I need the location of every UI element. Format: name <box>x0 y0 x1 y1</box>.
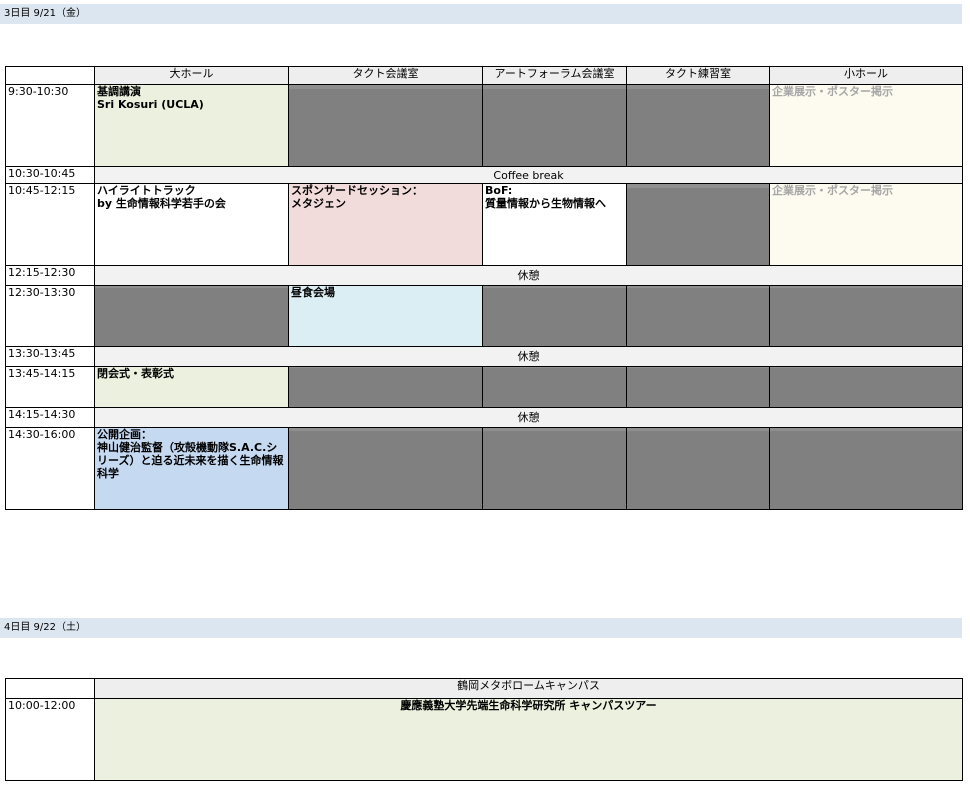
unused-slot <box>769 427 963 510</box>
time-cell: 13:45-14:15 <box>5 366 95 408</box>
day4-schedule-table: 鶴岡メタボロームキャンパス 10:00-12:00 慶應義塾大学先端生命科学研究… <box>5 678 963 781</box>
room-header-small-hall: 小ホール <box>769 66 963 85</box>
session-public-event: 公開企画： 神山健治監督（攻殻機動隊S.A.C.シリーズ）と迫る近未来を描く生命… <box>94 427 289 510</box>
break-row: 休憩 <box>94 407 963 428</box>
time-cell: 10:30-10:45 <box>5 166 95 184</box>
unused-slot <box>482 285 627 347</box>
time-cell: 9:30-10:30 <box>5 84 95 167</box>
time-cell: 14:15-14:30 <box>5 407 95 428</box>
break-row: 休憩 <box>94 346 963 367</box>
day3-header: 3日目 9/21（金） <box>0 4 962 24</box>
session-exhibition: 企業展示・ポスター掲示 <box>769 183 963 266</box>
session-lunch: 昼食会場 <box>288 285 483 347</box>
unused-slot <box>626 285 770 347</box>
unused-slot <box>482 427 627 510</box>
unused-slot <box>288 366 483 408</box>
unused-slot <box>288 427 483 510</box>
unused-slot <box>769 285 963 347</box>
time-cell: 13:30-13:45 <box>5 346 95 367</box>
unused-slot <box>769 366 963 408</box>
session-sponsored: スポンサードセッション： メタジェン <box>288 183 483 266</box>
corner-cell <box>5 678 95 699</box>
time-cell: 14:30-16:00 <box>5 427 95 510</box>
unused-slot <box>482 366 627 408</box>
unused-slot <box>94 285 289 347</box>
venue-header: 鶴岡メタボロームキャンパス <box>94 678 963 699</box>
unused-slot <box>626 427 770 510</box>
unused-slot <box>288 84 483 167</box>
day3-schedule-table: 大ホール タクト会議室 アートフォーラム会議室 タクト練習室 小ホール 9:30… <box>5 66 963 510</box>
break-row: 休憩 <box>94 265 963 286</box>
time-cell: 12:15-12:30 <box>5 265 95 286</box>
room-header-takt-conference: タクト会議室 <box>288 66 483 85</box>
session-keynote: 基調講演 Sri Kosuri (UCLA) <box>94 84 289 167</box>
room-header-art-forum: アートフォーラム会議室 <box>482 66 627 85</box>
room-header-takt-practice: タクト練習室 <box>626 66 770 85</box>
time-cell: 10:45-12:15 <box>5 183 95 266</box>
day4-header: 4日目 9/22（土） <box>0 618 962 638</box>
unused-slot <box>482 84 627 167</box>
break-row: Coffee break <box>94 166 963 184</box>
corner-cell <box>5 66 95 85</box>
time-cell: 12:30-13:30 <box>5 285 95 347</box>
session-closing-ceremony: 閉会式・表彰式 <box>94 366 289 408</box>
session-campus-tour: 慶應義塾大学先端生命科学研究所 キャンパスツアー <box>94 698 963 781</box>
unused-slot <box>626 366 770 408</box>
session-highlight-track: ハイライトトラック by 生命情報科学若手の会 <box>94 183 289 266</box>
session-exhibition: 企業展示・ポスター掲示 <box>769 84 963 167</box>
time-cell: 10:00-12:00 <box>5 698 95 781</box>
unused-slot <box>626 183 770 266</box>
room-header-big-hall: 大ホール <box>94 66 289 85</box>
unused-slot <box>626 84 770 167</box>
session-bof: BoF: 質量情報から生物情報へ <box>482 183 627 266</box>
